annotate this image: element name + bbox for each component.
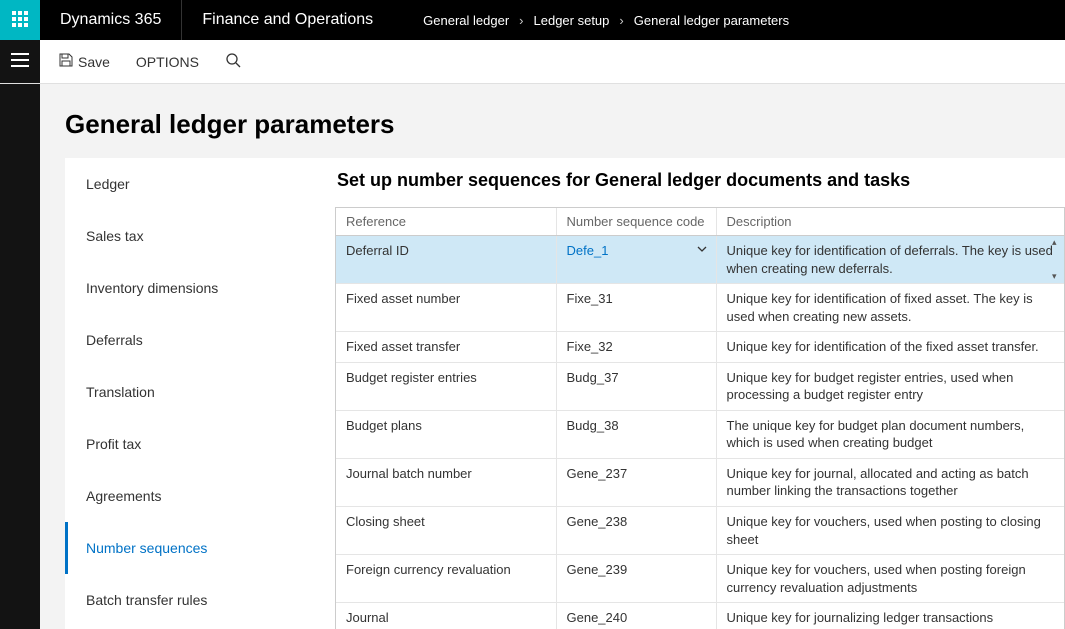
cell-reference[interactable]: Budget plans: [336, 410, 556, 458]
sidebar-tab-number-sequences[interactable]: Number sequences: [65, 522, 325, 574]
cell-code[interactable]: Budg_37: [556, 362, 716, 410]
textarea-scroll-buttons[interactable]: ▴▾: [1052, 238, 1062, 281]
options-label: OPTIONS: [136, 54, 199, 70]
table-row[interactable]: Fixed asset transferFixe_32Unique key fo…: [336, 332, 1064, 363]
cell-code[interactable]: Fixe_31: [556, 284, 716, 332]
chevron-right-icon: ›: [519, 13, 523, 28]
cell-code[interactable]: Gene_237: [556, 458, 716, 506]
cell-description[interactable]: Unique key for journal, allocated and ac…: [716, 458, 1064, 506]
table-row[interactable]: JournalGene_240Unique key for journalizi…: [336, 603, 1064, 629]
sidebar-tab-sales-tax[interactable]: Sales tax: [65, 210, 325, 262]
cell-description[interactable]: Unique key for journalizing ledger trans…: [716, 603, 1064, 629]
cell-description[interactable]: Unique key for budget register entries, …: [716, 362, 1064, 410]
table-row[interactable]: Fixed asset numberFixe_31Unique key for …: [336, 284, 1064, 332]
breadcrumb-item[interactable]: General ledger parameters: [634, 13, 789, 28]
chevron-down-icon[interactable]: ▾: [1052, 272, 1062, 281]
search-icon: [225, 55, 241, 71]
cell-code[interactable]: Budg_38: [556, 410, 716, 458]
breadcrumb-item[interactable]: Ledger setup: [534, 13, 610, 28]
app-launcher-button[interactable]: [0, 0, 40, 40]
panel-heading: Set up number sequences for General ledg…: [335, 158, 1065, 207]
breadcrumb: General ledger › Ledger setup › General …: [393, 13, 789, 28]
cell-description[interactable]: Unique key for vouchers, used when posti…: [716, 507, 1064, 555]
save-icon: [58, 52, 74, 71]
cell-reference[interactable]: Closing sheet: [336, 507, 556, 555]
column-header-reference[interactable]: Reference: [336, 208, 556, 236]
cell-reference[interactable]: Fixed asset number: [336, 284, 556, 332]
cell-reference[interactable]: Journal batch number: [336, 458, 556, 506]
table-row[interactable]: Foreign currency revaluationGene_239Uniq…: [336, 555, 1064, 603]
save-button[interactable]: Save: [50, 48, 118, 75]
cell-code[interactable]: Gene_238: [556, 507, 716, 555]
save-label: Save: [78, 54, 110, 70]
cell-reference[interactable]: Foreign currency revaluation: [336, 555, 556, 603]
number-sequences-table: Reference Number sequence code Descripti…: [336, 208, 1064, 629]
cell-reference[interactable]: Fixed asset transfer: [336, 332, 556, 363]
sidebar-tab-agreements[interactable]: Agreements: [65, 470, 325, 522]
nav-rail-toggle[interactable]: [0, 40, 40, 83]
page-title: General ledger parameters: [65, 109, 1065, 140]
cell-reference[interactable]: Deferral ID: [336, 236, 556, 284]
cell-reference[interactable]: Journal: [336, 603, 556, 629]
cell-reference[interactable]: Budget register entries: [336, 362, 556, 410]
chevron-up-icon[interactable]: ▴: [1052, 238, 1062, 247]
cell-code[interactable]: Fixe_32: [556, 332, 716, 363]
breadcrumb-item[interactable]: General ledger: [423, 13, 509, 28]
table-row[interactable]: Closing sheetGene_238Unique key for vouc…: [336, 507, 1064, 555]
sidebar-tab-profit-tax[interactable]: Profit tax: [65, 418, 325, 470]
brand-label: Dynamics 365: [40, 0, 182, 40]
chevron-right-icon: ›: [619, 13, 623, 28]
cell-description[interactable]: Unique key for identification of the fix…: [716, 332, 1064, 363]
cell-description[interactable]: The unique key for budget plan document …: [716, 410, 1064, 458]
app-name-label: Finance and Operations: [182, 0, 393, 40]
cell-description[interactable]: Unique key for vouchers, used when posti…: [716, 555, 1064, 603]
search-button[interactable]: [217, 48, 249, 75]
table-row[interactable]: Budget plansBudg_38The unique key for bu…: [336, 410, 1064, 458]
column-header-description[interactable]: Description: [716, 208, 1064, 236]
sidebar-tab-ledger[interactable]: Ledger: [65, 158, 325, 210]
column-header-code[interactable]: Number sequence code: [556, 208, 716, 236]
options-button[interactable]: OPTIONS: [128, 50, 207, 74]
sidebar-tab-inventory-dimensions[interactable]: Inventory dimensions: [65, 262, 325, 314]
table-row[interactable]: Deferral IDDefe_1Unique key for identifi…: [336, 236, 1064, 284]
cell-code[interactable]: Gene_239: [556, 555, 716, 603]
cell-code[interactable]: Gene_240: [556, 603, 716, 629]
waffle-icon: [12, 11, 28, 30]
chevron-down-icon[interactable]: [696, 242, 708, 260]
sidebar-tab-batch-transfer-rules[interactable]: Batch transfer rules: [65, 574, 325, 626]
cell-description[interactable]: Unique key for identification of fixed a…: [716, 284, 1064, 332]
sidebar-tab-deferrals[interactable]: Deferrals: [65, 314, 325, 366]
table-row[interactable]: Budget register entriesBudg_37Unique key…: [336, 362, 1064, 410]
cell-description[interactable]: Unique key for identification of deferra…: [716, 236, 1064, 284]
cell-code[interactable]: Defe_1: [556, 236, 716, 284]
sidebar-tab-translation[interactable]: Translation: [65, 366, 325, 418]
hamburger-icon: [11, 53, 29, 70]
table-row[interactable]: Journal batch numberGene_237Unique key f…: [336, 458, 1064, 506]
